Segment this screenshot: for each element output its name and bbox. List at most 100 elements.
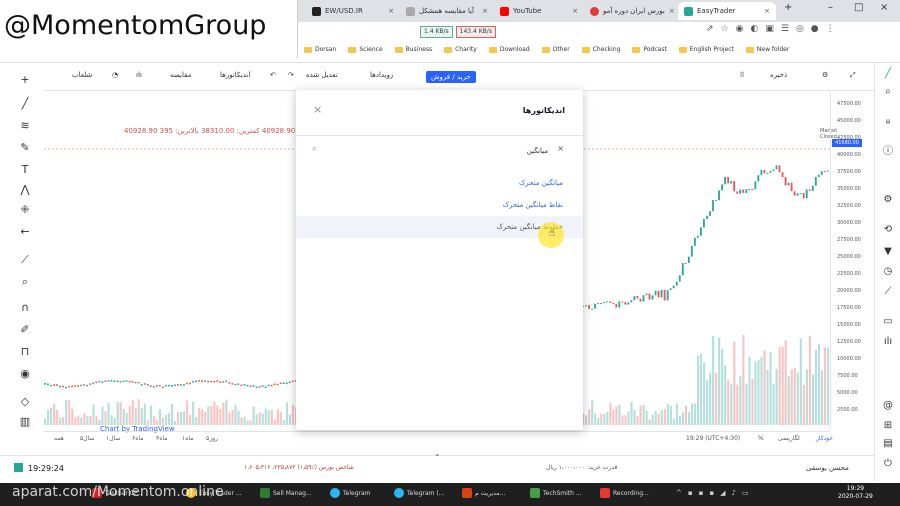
ruler-icon[interactable]: ⟋ — [18, 253, 32, 267]
undo-icon[interactable]: ↶ — [270, 71, 276, 79]
crosshair-icon[interactable]: + — [18, 73, 32, 87]
volume-icon[interactable]: ♪ — [732, 489, 736, 497]
battery-icon[interactable]: ▭ — [742, 489, 749, 497]
tray-icon[interactable]: ▪ — [709, 489, 714, 497]
close-icon[interactable]: × — [313, 103, 322, 116]
close-icon[interactable]: × — [568, 7, 578, 15]
draw-mode-icon[interactable]: ✐ — [18, 323, 32, 337]
extension-icon[interactable]: ◐ — [750, 24, 758, 34]
buy-sell-button[interactable]: خرید / فروش — [426, 71, 476, 83]
bookmark-folder[interactable]: Podcast — [632, 46, 667, 53]
extension-icon[interactable]: ▣ — [765, 24, 774, 34]
bar-chart-icon[interactable]: ılı — [881, 335, 895, 349]
tray-icon[interactable]: ▪ — [699, 489, 704, 497]
browser-tab[interactable]: آیا مقایسه همشکل × — [400, 2, 494, 20]
bookmark-folder[interactable]: English Project — [678, 46, 734, 53]
bookmark-folder[interactable]: Business — [394, 46, 432, 53]
watchlist-icon[interactable]: ▤ — [881, 115, 895, 129]
time-icon[interactable]: ◷ — [881, 265, 895, 279]
measure-icon[interactable]: ⁜ — [18, 203, 32, 217]
taskbar-item[interactable]: Telegram — [330, 488, 371, 498]
layers-icon[interactable]: ◇ — [18, 395, 32, 409]
indicators-button[interactable]: اندیکاتورها — [220, 71, 250, 79]
time-display[interactable]: 19:29 (UTC+4:30) — [686, 435, 740, 442]
history-icon[interactable]: ⟲ — [881, 223, 895, 237]
adjust-dropdown[interactable]: تعدیل شده — [306, 71, 338, 79]
chart-type-icon[interactable]: ılı — [136, 71, 142, 79]
range-button[interactable]: ۵روز — [206, 435, 218, 442]
bookmark-folder[interactable]: Charity — [444, 46, 477, 53]
interval-icon[interactable]: ◔ — [112, 71, 118, 79]
auto-toggle[interactable]: خودکار — [816, 435, 833, 442]
fullscreen-icon[interactable]: ⤢ — [850, 71, 856, 80]
minimize-button[interactable]: – — [828, 2, 833, 13]
bookmark-folder[interactable]: New folder — [745, 46, 789, 53]
extension-icon[interactable]: ◉ — [736, 24, 744, 34]
grid-icon[interactable]: ⊞ — [881, 419, 895, 433]
lock-icon[interactable]: ⊓ — [18, 345, 32, 359]
maximize-button[interactable]: □ — [854, 2, 863, 13]
settings-icon[interactable]: ⚙ — [881, 193, 895, 207]
fib-icon[interactable]: ≋ — [18, 119, 32, 133]
camera-icon[interactable]: ⌷ — [740, 71, 744, 80]
taskbar-item[interactable]: Sell Manag... — [260, 488, 312, 498]
taskbar-clock[interactable]: 19:29 2020-07-29 — [838, 485, 873, 501]
star-icon[interactable]: ☆ — [721, 24, 729, 34]
redo-icon[interactable]: ↷ — [288, 71, 294, 79]
symbol-button[interactable]: شلعاب — [72, 71, 92, 79]
log-toggle[interactable]: لگاریتمی — [778, 435, 800, 442]
info-icon[interactable]: ⓘ — [881, 145, 895, 159]
save-button[interactable]: ذخیره — [770, 71, 787, 79]
new-tab-button[interactable]: + — [784, 2, 792, 13]
browser-tab[interactable]: YouTube × — [494, 2, 584, 20]
taskbar-item[interactable]: Recording... — [600, 488, 649, 498]
trendline-icon[interactable]: ╱ — [18, 97, 32, 111]
close-window-button[interactable]: × — [880, 2, 888, 13]
range-button[interactable]: ۳ماه — [156, 435, 167, 442]
bookmark-folder[interactable]: Download — [488, 46, 530, 53]
magnet-icon[interactable]: ∩ — [18, 301, 32, 315]
power-icon[interactable]: ⏻ — [881, 457, 895, 471]
range-button[interactable]: ۱سال — [106, 435, 120, 442]
settings-icon[interactable]: ⚙ — [822, 71, 828, 79]
book-icon[interactable]: ▤ — [881, 437, 895, 451]
clear-icon[interactable]: × — [557, 144, 564, 153]
profile-icon[interactable]: ● — [811, 24, 819, 34]
pattern-icon[interactable]: ⋀ — [18, 183, 32, 197]
taskbar-item[interactable]: مدیریت م... — [462, 488, 505, 498]
menu-icon[interactable]: ⋮ — [826, 24, 835, 34]
range-button[interactable]: ۱ماه — [182, 435, 193, 442]
bookmark-folder[interactable]: Other — [541, 46, 570, 53]
extension-icon[interactable]: ☰ — [781, 24, 789, 34]
close-icon[interactable]: × — [478, 7, 488, 15]
chevron-down-icon[interactable]: ⌄ — [434, 449, 441, 458]
taskbar-item[interactable]: Telegram (... — [394, 488, 444, 498]
chart-icon[interactable]: ⟋ — [881, 285, 895, 299]
range-button[interactable]: ۵سال — [80, 435, 94, 442]
tray-icon[interactable]: ▪ — [688, 489, 693, 497]
events-button[interactable]: رویدادها — [370, 71, 393, 79]
range-button[interactable]: همه — [54, 435, 64, 442]
filter-icon[interactable]: ▼ — [881, 245, 895, 259]
indicator-result[interactable]: میانگین متحرک — [296, 172, 583, 194]
bookmark-folder[interactable]: Checking — [581, 46, 620, 53]
bookmark-folder[interactable]: Dorsan — [304, 46, 336, 53]
close-icon[interactable]: × — [665, 7, 675, 15]
compare-button[interactable]: مقایسه — [170, 71, 191, 79]
arrow-icon[interactable]: ← — [18, 225, 32, 239]
network-icon[interactable]: ◢ — [720, 489, 725, 497]
brush-icon[interactable]: ✎ — [18, 141, 32, 155]
chevron-up-icon[interactable]: ^ — [676, 489, 682, 497]
bookmark-folder[interactable]: Science — [348, 46, 383, 53]
text-icon[interactable]: T — [18, 163, 32, 177]
range-button[interactable]: ۶ماه — [132, 435, 143, 442]
extension-icon[interactable]: ◎ — [796, 24, 804, 34]
search-icon[interactable]: ⌕ — [881, 85, 895, 99]
eye-icon[interactable]: ◉ — [18, 367, 32, 381]
share-icon[interactable]: ⇗ — [706, 24, 714, 34]
percent-toggle[interactable]: % — [758, 435, 764, 442]
browser-tab[interactable]: EW/USD.IR × — [306, 2, 400, 20]
browser-tab-active[interactable]: EasyTrader × — [678, 2, 776, 20]
close-icon[interactable]: × — [384, 7, 394, 15]
close-icon[interactable]: × — [760, 7, 770, 15]
